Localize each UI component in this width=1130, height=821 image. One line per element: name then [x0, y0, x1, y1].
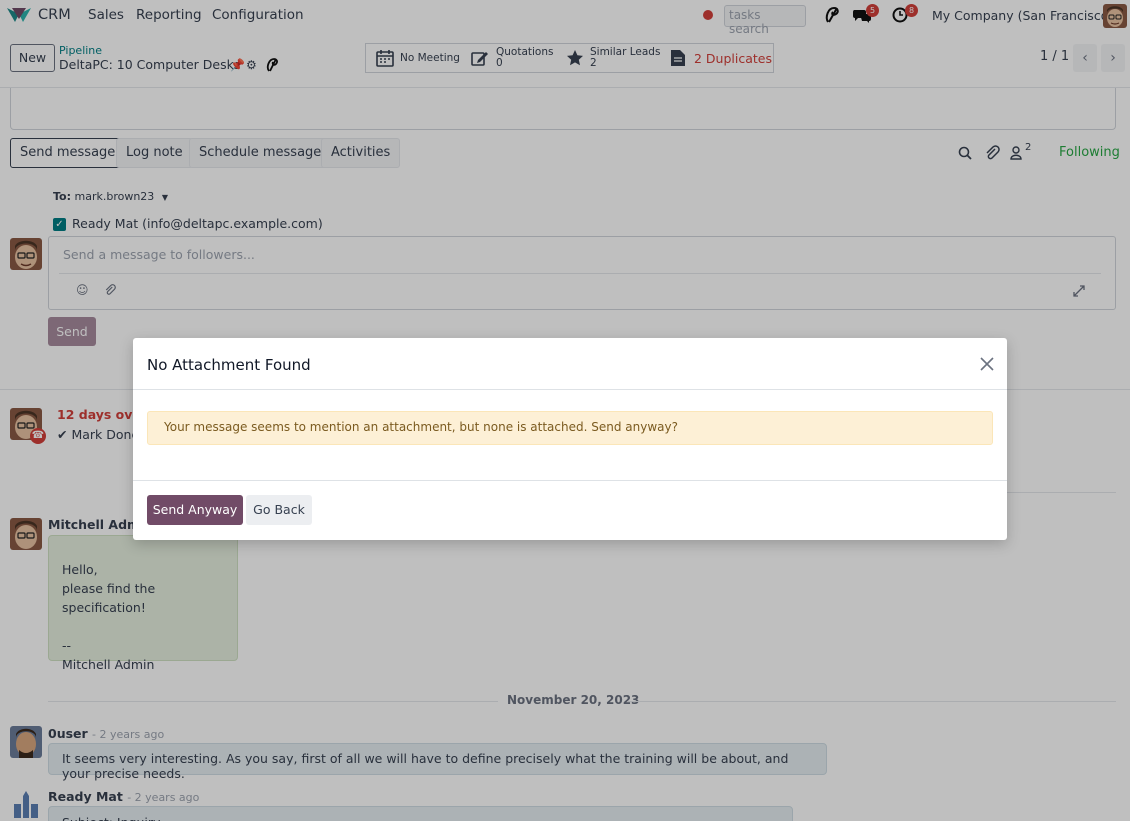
modal-header-divider — [133, 389, 1007, 390]
warning-alert: Your message seems to mention an attachm… — [147, 411, 993, 445]
no-attachment-dialog: No Attachment Found Your message seems t… — [133, 338, 1007, 540]
send-anyway-button[interactable]: Send Anyway — [147, 495, 243, 525]
go-back-button[interactable]: Go Back — [246, 495, 312, 525]
modal-footer-divider — [133, 480, 1007, 481]
modal-title: No Attachment Found — [147, 356, 311, 374]
close-icon[interactable] — [977, 354, 997, 374]
